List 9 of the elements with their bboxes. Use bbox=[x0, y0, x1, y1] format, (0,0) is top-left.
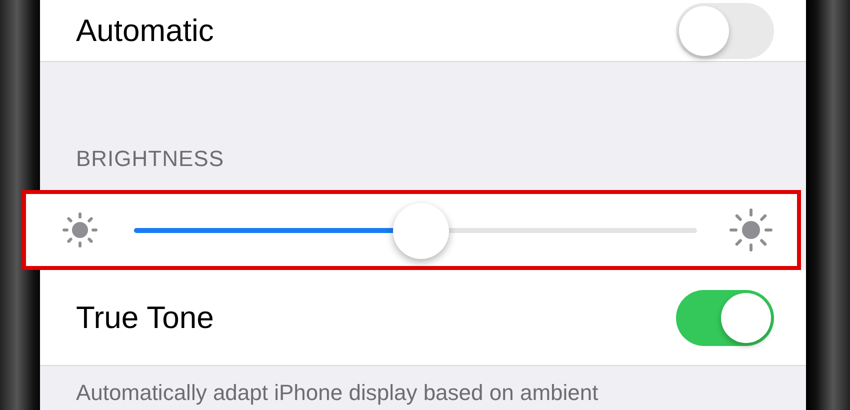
row-label: Automatic bbox=[76, 12, 214, 48]
sun-large-icon bbox=[727, 206, 775, 254]
footer-note: Automatically adapt iPhone display based on ambient bbox=[76, 380, 598, 405]
brightness-slider[interactable] bbox=[134, 202, 697, 258]
toggle-switch[interactable] bbox=[676, 2, 774, 58]
row-label: True Tone bbox=[76, 300, 214, 336]
slider-thumb[interactable] bbox=[393, 202, 450, 258]
section-header: BRIGHTNESS bbox=[76, 146, 224, 172]
toggle-switch[interactable] bbox=[676, 290, 774, 346]
